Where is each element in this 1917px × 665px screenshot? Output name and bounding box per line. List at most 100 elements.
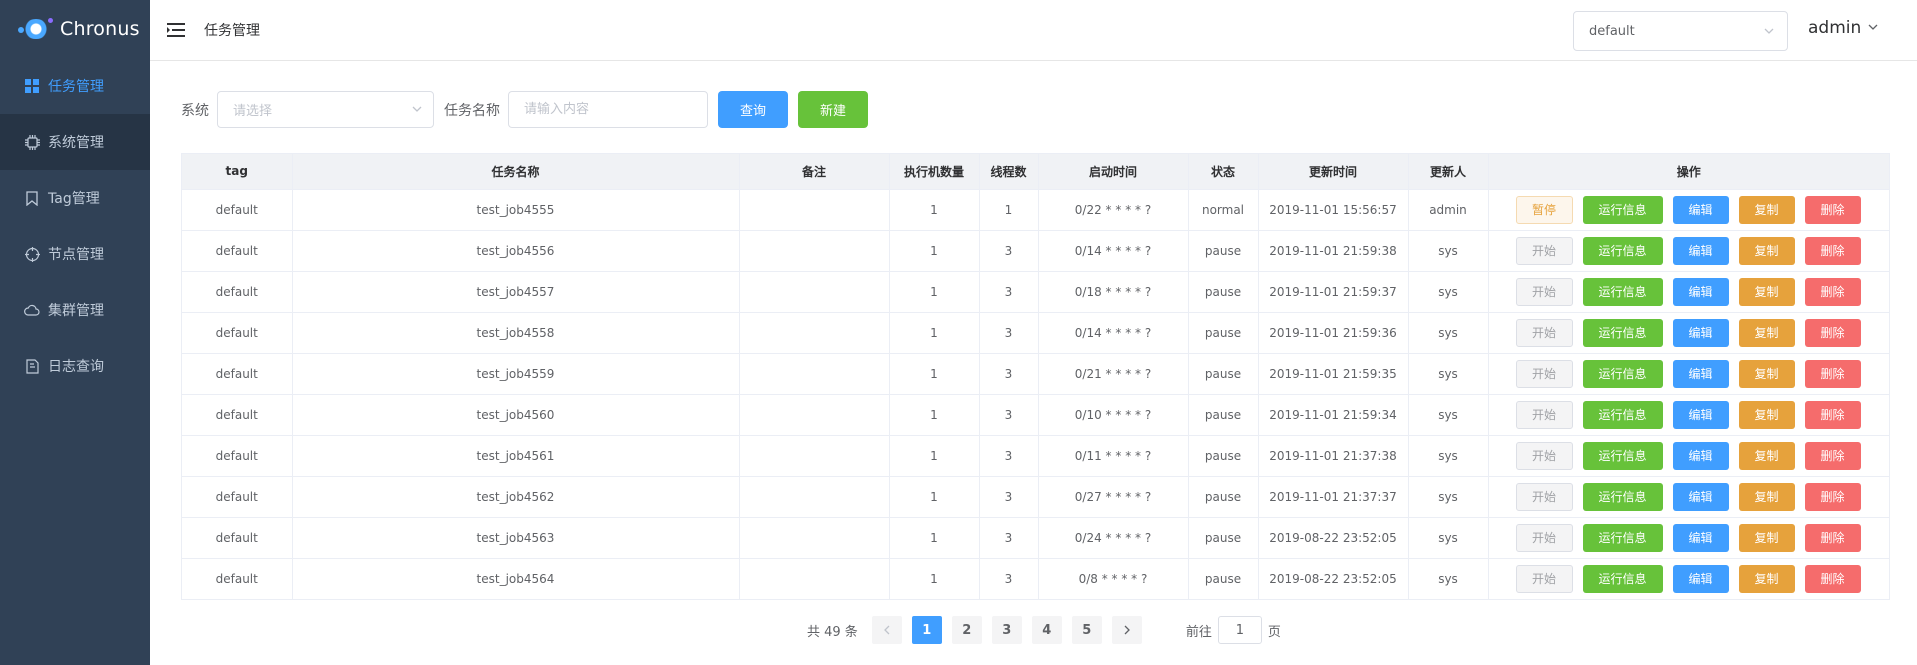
user-menu[interactable]: admin [1808,18,1879,38]
chevron-down-icon [411,103,423,119]
pagination: 共 49 条 1 2 3 4 5 前往 页 [807,616,1281,644]
edit-button[interactable]: 编辑 [1672,195,1729,224]
column-header[interactable]: 启动时间 [1038,154,1189,190]
pause-button[interactable]: 暂停 [1515,195,1573,224]
delete-button[interactable]: 删除 [1804,236,1861,265]
delete-button[interactable]: 删除 [1804,400,1861,429]
tenant-select[interactable]: default [1573,11,1788,51]
cell-actions: 开始 运行信息 编辑 复制 删除 [1488,558,1889,599]
hamburger-icon[interactable] [166,20,186,40]
run-info-button[interactable]: 运行信息 [1582,441,1663,470]
page-button-2[interactable]: 2 [951,616,982,644]
run-info-button[interactable]: 运行信息 [1582,318,1663,347]
copy-button[interactable]: 复制 [1738,318,1795,347]
run-info-button[interactable]: 运行信息 [1582,359,1663,388]
copy-button[interactable]: 复制 [1738,359,1795,388]
cell-updated: 2019-11-01 21:37:37 [1258,476,1409,518]
copy-button[interactable]: 复制 [1738,400,1795,429]
copy-button[interactable]: 复制 [1738,277,1795,306]
column-header[interactable]: 任务名称 [292,154,740,190]
run-info-button[interactable]: 运行信息 [1582,564,1663,593]
run-info-button[interactable]: 运行信息 [1582,277,1663,306]
column-header[interactable]: 更新人 [1408,154,1489,190]
delete-button[interactable]: 删除 [1804,359,1861,388]
column-header[interactable]: 状态 [1188,154,1259,190]
task-name-input[interactable] [508,91,708,128]
run-info-button[interactable]: 运行信息 [1582,195,1663,224]
cell-name: test_job4558 [292,312,740,354]
cell-name: test_job4555 [292,189,740,231]
copy-button[interactable]: 复制 [1738,482,1795,511]
sidebar-item-log[interactable]: 日志查询 [0,338,150,394]
copy-button[interactable]: 复制 [1738,195,1795,224]
start-button[interactable]: 开始 [1515,359,1573,388]
column-header[interactable]: 线程数 [979,154,1039,190]
column-header[interactable]: 操作 [1488,154,1889,190]
cell-cron: 0/8 * * * * ? [1038,558,1189,599]
start-button[interactable]: 开始 [1515,523,1573,552]
delete-button[interactable]: 删除 [1804,564,1861,593]
cell-actions: 开始 运行信息 编辑 复制 删除 [1488,476,1889,518]
page-button-1[interactable]: 1 [911,616,942,644]
goto-page-input[interactable] [1217,616,1262,644]
start-button[interactable]: 开始 [1515,236,1573,265]
new-task-button[interactable]: 新建 [798,91,868,128]
edit-button[interactable]: 编辑 [1672,400,1729,429]
run-info-button[interactable]: 运行信息 [1582,482,1663,511]
start-button[interactable]: 开始 [1515,564,1573,593]
edit-button[interactable]: 编辑 [1672,277,1729,306]
start-button[interactable]: 开始 [1515,277,1573,306]
cell-cron: 0/24 * * * * ? [1038,517,1189,559]
cell-threads: 3 [979,476,1039,518]
copy-button[interactable]: 复制 [1738,523,1795,552]
delete-button[interactable]: 删除 [1804,441,1861,470]
delete-button[interactable]: 删除 [1804,523,1861,552]
edit-button[interactable]: 编辑 [1672,523,1729,552]
run-info-button[interactable]: 运行信息 [1582,523,1663,552]
sidebar-item-node[interactable]: 节点管理 [0,226,150,282]
delete-button[interactable]: 删除 [1804,277,1861,306]
column-header[interactable]: tag [182,154,293,190]
cell-cron: 0/14 * * * * ? [1038,230,1189,272]
sidebar-item-task[interactable]: 任务管理 [0,58,150,114]
sidebar-item-label: 日志查询 [48,359,104,375]
start-button[interactable]: 开始 [1515,441,1573,470]
sidebar-item-tag[interactable]: Tag管理 [0,170,150,226]
column-header[interactable]: 更新时间 [1258,154,1409,190]
cell-remark [739,353,890,395]
copy-button[interactable]: 复制 [1738,236,1795,265]
edit-button[interactable]: 编辑 [1672,318,1729,347]
edit-button[interactable]: 编辑 [1672,236,1729,265]
delete-button[interactable]: 删除 [1804,318,1861,347]
page-button-3[interactable]: 3 [991,616,1022,644]
run-info-button[interactable]: 运行信息 [1582,400,1663,429]
next-page-button[interactable] [1111,616,1142,644]
delete-button[interactable]: 删除 [1804,195,1861,224]
prev-page-button[interactable] [871,616,902,644]
app-logo[interactable]: Chronus [0,0,150,58]
edit-button[interactable]: 编辑 [1672,359,1729,388]
page-button-5[interactable]: 5 [1071,616,1102,644]
edit-button[interactable]: 编辑 [1672,564,1729,593]
column-header[interactable]: 备注 [739,154,890,190]
cell-actions: 暂停 运行信息 编辑 复制 删除 [1488,189,1889,231]
copy-button[interactable]: 复制 [1738,441,1795,470]
edit-button[interactable]: 编辑 [1672,441,1729,470]
system-select[interactable]: 请选择 [217,91,434,128]
sidebar-item-system[interactable]: 系统管理 [0,114,150,170]
start-button[interactable]: 开始 [1515,482,1573,511]
column-header[interactable]: 执行机数量 [889,154,980,190]
start-button[interactable]: 开始 [1515,318,1573,347]
copy-button[interactable]: 复制 [1738,564,1795,593]
sidebar-item-cluster[interactable]: 集群管理 [0,282,150,338]
query-button[interactable]: 查询 [718,91,788,128]
page-button-4[interactable]: 4 [1031,616,1062,644]
username: admin [1808,18,1862,38]
task-table: tag 任务名称 备注 执行机数量 线程数 启动时间 状态 更新时间 更新人 操… [181,153,1890,600]
goto-prefix: 前往 [1185,624,1212,640]
edit-button[interactable]: 编辑 [1672,482,1729,511]
run-info-button[interactable]: 运行信息 [1582,236,1663,265]
start-button[interactable]: 开始 [1515,400,1573,429]
cell-updated: 2019-08-22 23:52:05 [1258,517,1409,559]
delete-button[interactable]: 删除 [1804,482,1861,511]
